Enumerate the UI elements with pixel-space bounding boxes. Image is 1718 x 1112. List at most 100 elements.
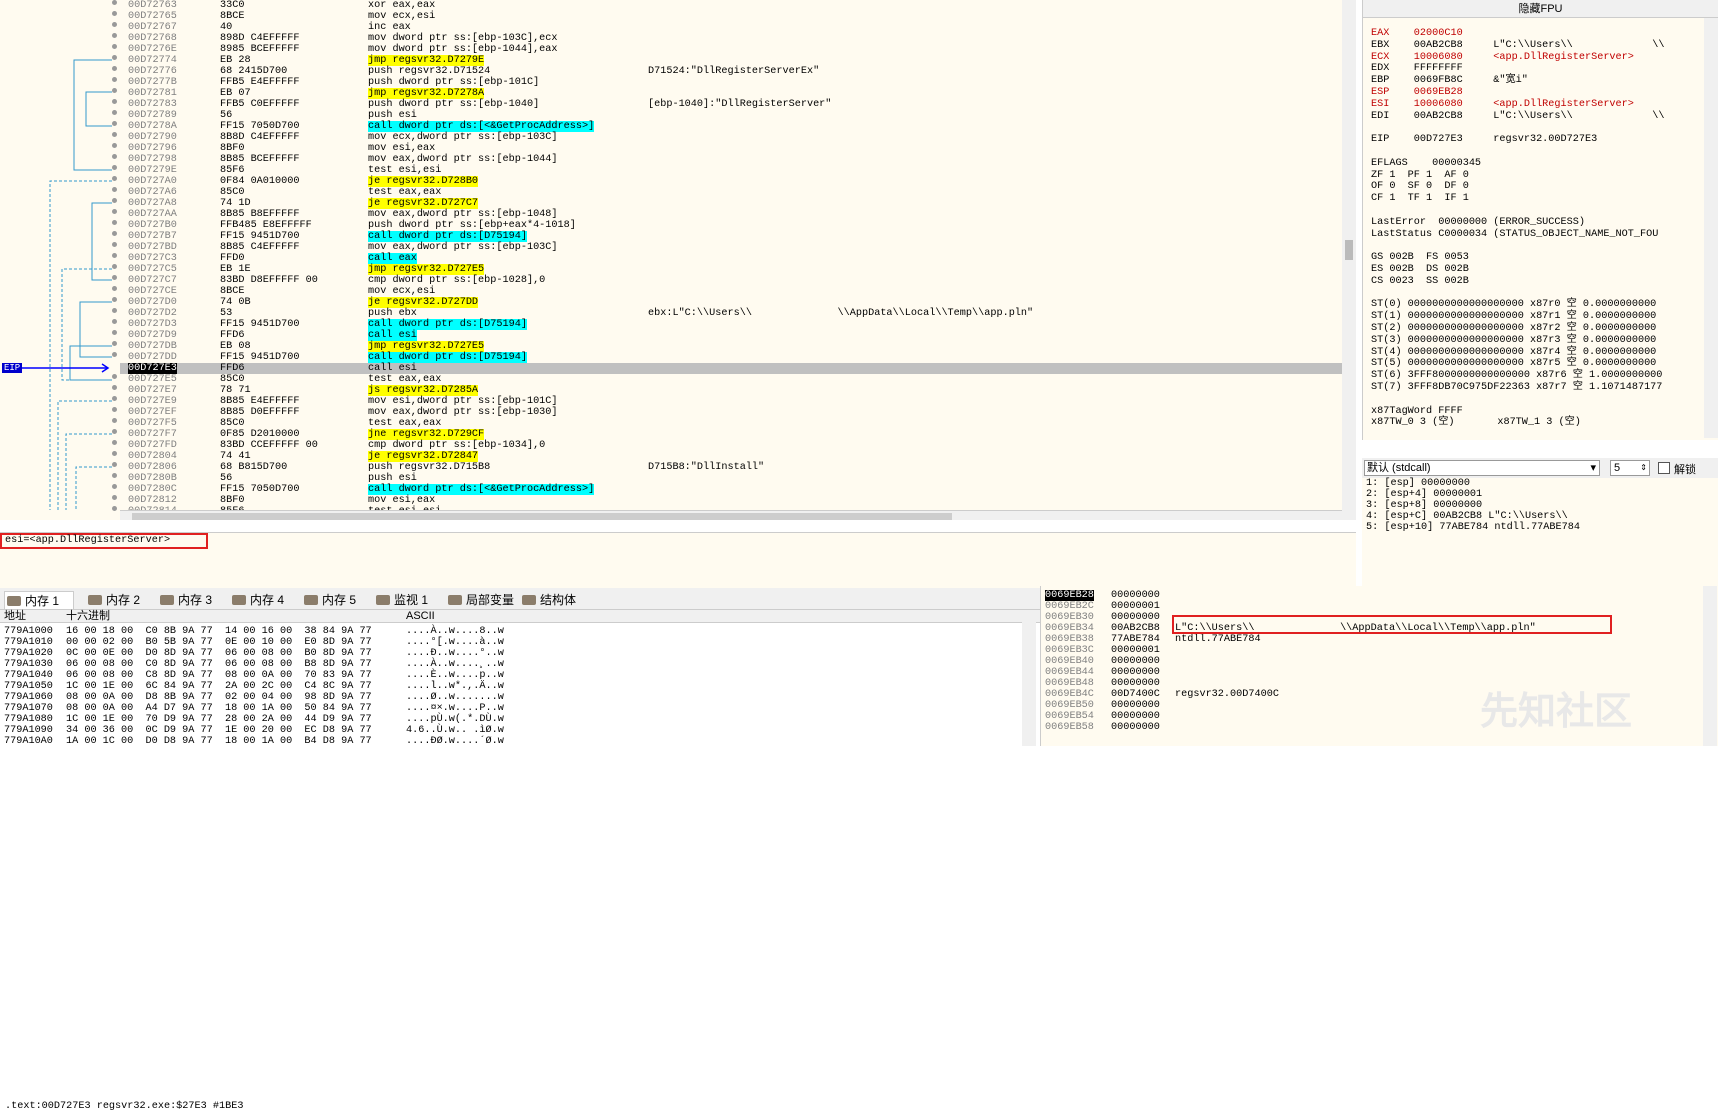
disasm-row[interactable]: 00D72789 56 push esi xyxy=(0,110,1342,121)
disasm-row[interactable]: 00D727B7 FF15 9451D700 call dword ptr ds:[… xyxy=(0,231,1342,242)
tab-watch-1[interactable]: 监视 1 xyxy=(374,591,444,609)
disasm-row[interactable]: 00D7280B 56 push esi xyxy=(0,473,1342,484)
breakpoint-dot[interactable] xyxy=(112,418,117,423)
register-line[interactable]: ES 002B DS 002B xyxy=(1371,264,1469,276)
tab-memory-1[interactable]: 内存 1 xyxy=(4,591,74,609)
register-line[interactable]: ESI 10006080 <app.DllRegisterServer> xyxy=(1371,99,1634,111)
disasm-row[interactable]: 00D72806 68 B815D700 push regsvr32.D715B8 D… xyxy=(0,462,1342,473)
disasm-row[interactable]: 00D727FD 83BD CCEFFFFF 00 cmp dword ptr ss… xyxy=(0,440,1342,451)
stack-argument[interactable]: 5: [esp+10] 77ABE784 ntdll.77ABE784 xyxy=(1366,522,1580,534)
breakpoint-dot[interactable] xyxy=(112,253,117,258)
register-line[interactable]: EFLAGS 00000345 xyxy=(1371,158,1481,170)
breakpoint-dot[interactable] xyxy=(112,440,117,445)
register-line[interactable]: LastError 00000000 (ERROR_SUCCESS) xyxy=(1371,217,1585,229)
tab-struct[interactable]: 结构体 xyxy=(520,591,590,609)
tab-memory-5[interactable]: 内存 5 xyxy=(302,591,372,609)
register-line[interactable]: ST(6) 3FFF8000000000000000 x87r6 空 1.000… xyxy=(1371,370,1662,382)
disasm-row[interactable]: 00D727E9 8B85 E4EFFFFF mov esi,dword ptr s… xyxy=(0,396,1342,407)
disasm-row[interactable]: 00D727F7 0F85 D2010000 jne regsvr32.D729CF xyxy=(0,429,1342,440)
stepper-arrows-icon[interactable]: ⇕ xyxy=(1640,461,1647,475)
calling-convention-select[interactable]: 默认 (stdcall) ▾ xyxy=(1364,460,1600,476)
disasm-row[interactable]: 00D72798 8B85 BCEFFFFF mov eax,dword ptr s… xyxy=(0,154,1342,165)
disassembly-vertical-scrollbar[interactable] xyxy=(1342,0,1356,520)
disasm-row[interactable]: 00D7277B FFB5 E4EFFFFF push dword ptr ss:[… xyxy=(0,77,1342,88)
register-line[interactable]: EAX 02000C10 xyxy=(1371,28,1463,40)
breakpoint-dot[interactable] xyxy=(112,198,117,203)
register-line[interactable]: LastStatus C0000034 (STATUS_OBJECT_NAME_… xyxy=(1371,229,1658,241)
breakpoint-dot[interactable] xyxy=(112,99,117,104)
unlock-checkbox[interactable] xyxy=(1658,462,1670,474)
disasm-row[interactable]: 00D727C7 83BD D8EFFFFF 00 cmp dword ptr ss… xyxy=(0,275,1342,286)
breakpoint-dot[interactable] xyxy=(112,264,117,269)
register-line[interactable]: GS 002B FS 0053 xyxy=(1371,252,1469,264)
register-line[interactable]: CF 1 TF 1 IF 1 xyxy=(1371,193,1469,205)
register-line[interactable]: ZF 1 PF 1 AF 0 xyxy=(1371,170,1469,182)
tab-locals[interactable]: 局部变量 xyxy=(446,591,518,609)
register-line[interactable]: EDX FFFFFFFF xyxy=(1371,63,1463,75)
breakpoint-dot[interactable] xyxy=(112,44,117,49)
breakpoint-dot[interactable] xyxy=(112,132,117,137)
dump-scrollbar[interactable] xyxy=(1022,610,1036,746)
breakpoint-dot[interactable] xyxy=(112,506,117,511)
disasm-row[interactable]: 00D727A0 0F84 0A010000 je regsvr32.D728B0 xyxy=(0,176,1342,187)
breakpoint-dot[interactable] xyxy=(112,286,117,291)
disasm-row[interactable]: 00D72776 68 2415D700 push regsvr32.D71524 D… xyxy=(0,66,1342,77)
register-line[interactable]: EBP 0069FB8C &"宽i" xyxy=(1371,75,1528,87)
tab-memory-4[interactable]: 内存 4 xyxy=(230,591,300,609)
breakpoint-dot[interactable] xyxy=(112,176,117,181)
register-line[interactable]: ECX 10006080 <app.DllRegisterServer> xyxy=(1371,52,1634,64)
disasm-row[interactable]: 00D7280C FF15 7050D700 call dword ptr ds:[… xyxy=(0,484,1342,495)
breakpoint-dot[interactable] xyxy=(112,209,117,214)
memory-dump-view[interactable]: 地址 十六进制 ASCII 779A1000 16 00 18 00 C0 8B … xyxy=(0,610,1040,747)
disasm-row[interactable]: 00D727BD 8B85 C4EFFFFF mov eax,dword ptr s… xyxy=(0,242,1342,253)
breakpoint-dot[interactable] xyxy=(112,297,117,302)
disasm-row[interactable]: 00D72768 898D C4EFFFFF mov dword ptr ss:[e… xyxy=(0,33,1342,44)
breakpoint-dot[interactable] xyxy=(112,495,117,500)
disasm-row[interactable]: 00D727A6 85C0 test eax,eax xyxy=(0,187,1342,198)
disasm-row[interactable]: 00D7279E 85F6 test esi,esi xyxy=(0,165,1342,176)
breakpoint-dot[interactable] xyxy=(112,22,117,27)
stack-scrollbar[interactable] xyxy=(1703,586,1717,746)
disasm-row[interactable]: 00D727D2 53 push ebx ebx:L"C:\\Users\\ \\Ap… xyxy=(0,308,1342,319)
register-line[interactable]: ST(3) 0000000000000000000 x87r3 空 0.0000… xyxy=(1371,335,1656,347)
disasm-row[interactable]: 00D72781 EB 07 jmp regsvr32.D7278A xyxy=(0,88,1342,99)
disasm-row[interactable]: 00D72774 EB 28 jmp regsvr32.D7279E xyxy=(0,55,1342,66)
breakpoint-dot[interactable] xyxy=(112,374,117,379)
breakpoint-dot[interactable] xyxy=(112,484,117,489)
disasm-row[interactable]: 00D727DD FF15 9451D700 call dword ptr ds:[… xyxy=(0,352,1342,363)
register-line[interactable]: EDI 00AB2CB8 L"C:\\Users\\ \\ xyxy=(1371,111,1664,123)
breakpoint-dot[interactable] xyxy=(112,11,117,16)
scrollbar-thumb[interactable] xyxy=(1345,240,1353,260)
breakpoint-dot[interactable] xyxy=(112,231,117,236)
breakpoint-dot[interactable] xyxy=(112,55,117,60)
breakpoint-dot[interactable] xyxy=(112,429,117,434)
disasm-row[interactable]: 00D727A8 74 1D je regsvr32.D727C7 xyxy=(0,198,1342,209)
disasm-row[interactable]: 00D7276E 8985 BCEFFFFF mov dword ptr ss:[e… xyxy=(0,44,1342,55)
breakpoint-dot[interactable] xyxy=(112,330,117,335)
breakpoint-dot[interactable] xyxy=(112,407,117,412)
breakpoint-dot[interactable] xyxy=(112,341,117,346)
breakpoint-dot[interactable] xyxy=(112,187,117,192)
breakpoint-dot[interactable] xyxy=(112,396,117,401)
arg-count-stepper[interactable]: 5 ⇕ xyxy=(1610,460,1650,476)
disasm-row[interactable]: 00D727E7 78 71 js regsvr32.D7285A xyxy=(0,385,1342,396)
disasm-row[interactable]: 00D727F5 85C0 test eax,eax xyxy=(0,418,1342,429)
tab-memory-3[interactable]: 内存 3 xyxy=(158,591,228,609)
disasm-row[interactable]: 00D727E3 FFD6 call esi xyxy=(120,363,1342,374)
disasm-row[interactable]: 00D727CE 8BCE mov ecx,esi xyxy=(0,286,1342,297)
disasm-row[interactable]: 00D72796 8BF0 mov esi,eax xyxy=(0,143,1342,154)
breakpoint-dot[interactable] xyxy=(112,242,117,247)
disasm-row[interactable]: 00D727B0 FFB485 E8EFFFFF push dword ptr ss… xyxy=(0,220,1342,231)
tab-memory-2[interactable]: 内存 2 xyxy=(86,591,156,609)
register-line[interactable]: OF 0 SF 0 DF 0 xyxy=(1371,181,1469,193)
breakpoint-dot[interactable] xyxy=(112,33,117,38)
register-line[interactable]: ST(5) 0000000000000000000 x87r5 空 0.0000… xyxy=(1371,358,1656,370)
disasm-row[interactable]: 00D72765 8BCE mov ecx,esi xyxy=(0,11,1342,22)
disasm-row[interactable]: 00D72783 FFB5 C0EFFFFF push dword ptr ss:[… xyxy=(0,99,1342,110)
hide-fpu-button[interactable]: 隐藏FPU xyxy=(1363,0,1718,18)
disasm-row[interactable]: 00D72763 33C0 xor eax,eax xyxy=(0,0,1342,11)
breakpoint-dot[interactable] xyxy=(112,319,117,324)
register-line[interactable]: ST(0) 0000000000000000000 x87r0 空 0.0000… xyxy=(1371,299,1656,311)
breakpoint-dot[interactable] xyxy=(112,165,117,170)
horizontal-scrollbar[interactable] xyxy=(120,510,1342,520)
